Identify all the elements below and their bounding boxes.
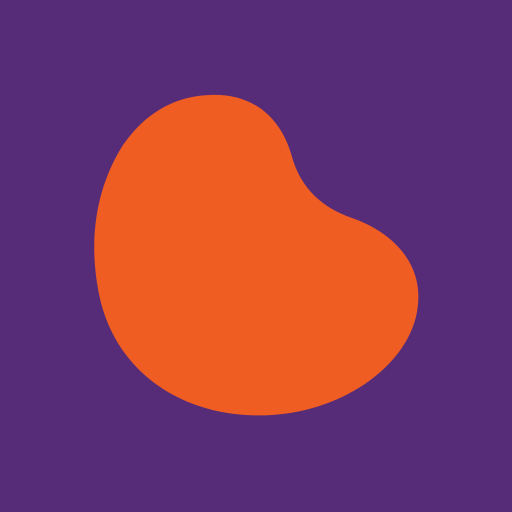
app-icon-canvas [0,0,512,512]
app-icon [0,0,512,512]
